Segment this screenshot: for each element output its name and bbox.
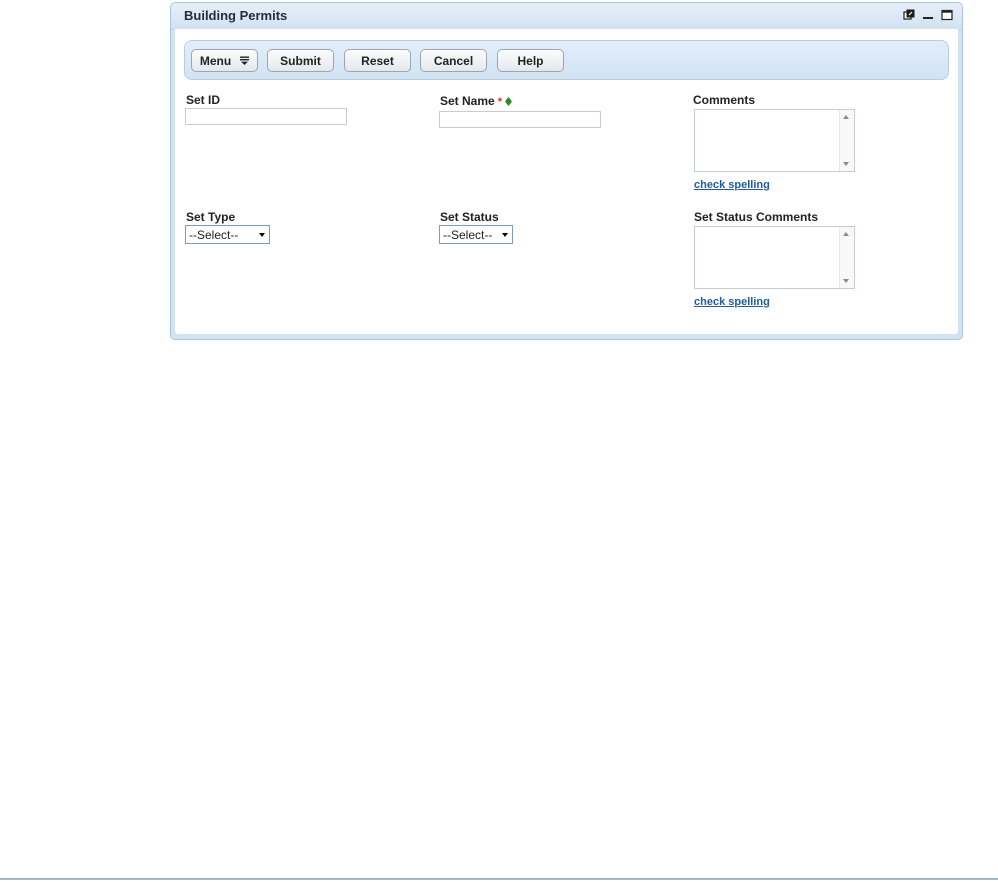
required-asterisk: * [497, 96, 502, 108]
comments-textarea[interactable] [694, 109, 855, 172]
set-id-label: Set ID [186, 93, 221, 107]
footer-divider [0, 878, 998, 880]
popout-icon[interactable] [902, 8, 916, 22]
cancel-button[interactable]: Cancel [420, 49, 487, 72]
window-controls [902, 8, 954, 22]
comments-label: Comments [693, 93, 756, 107]
set-type-select[interactable]: --Select-- [185, 225, 270, 244]
submit-button[interactable]: Submit [267, 49, 334, 72]
scroll-up-icon[interactable] [843, 232, 849, 236]
menu-button-label: Menu [199, 53, 232, 68]
menu-button[interactable]: Menu [191, 49, 258, 72]
portlet-header: Building Permits [171, 3, 962, 30]
menu-caret-icon [240, 56, 250, 65]
scroll-down-icon[interactable] [843, 162, 849, 166]
set-id-input[interactable] [185, 108, 347, 125]
set-status-selected: --Select-- [443, 227, 493, 242]
maximize-icon[interactable] [940, 8, 954, 22]
scroll-down-icon[interactable] [843, 279, 849, 283]
set-name-label: Set Name * [440, 94, 512, 109]
minimize-icon[interactable] [921, 8, 935, 22]
set-status-label: Set Status [440, 210, 499, 224]
set-status-comments-textarea[interactable] [694, 226, 855, 289]
chevron-down-icon [502, 233, 508, 237]
set-type-selected: --Select-- [189, 227, 239, 242]
help-button[interactable]: Help [497, 49, 564, 72]
comments-scrollbar[interactable] [839, 110, 854, 171]
portlet-title: Building Permits [184, 8, 288, 23]
comments-check-spelling-link[interactable]: check spelling [694, 179, 770, 191]
set-status-comments-label: Set Status Comments [694, 210, 819, 224]
set-status-select[interactable]: --Select-- [439, 225, 513, 244]
reset-button[interactable]: Reset [344, 49, 411, 72]
set-type-label: Set Type [186, 210, 236, 224]
diamond-icon [504, 95, 512, 109]
set-name-input[interactable] [439, 111, 601, 128]
set-status-comments-check-spelling-link[interactable]: check spelling [694, 296, 770, 308]
scroll-up-icon[interactable] [843, 115, 849, 119]
set-status-comments-scrollbar[interactable] [839, 227, 854, 288]
building-permits-portlet: Building Permits Menu Submit Reset Cance… [170, 2, 963, 340]
action-toolbar: Menu Submit Reset Cancel Help [184, 40, 949, 80]
portlet-body: Menu Submit Reset Cancel Help Set ID Set… [175, 29, 958, 334]
chevron-down-icon [259, 233, 265, 237]
set-name-label-text: Set Name [440, 94, 495, 108]
